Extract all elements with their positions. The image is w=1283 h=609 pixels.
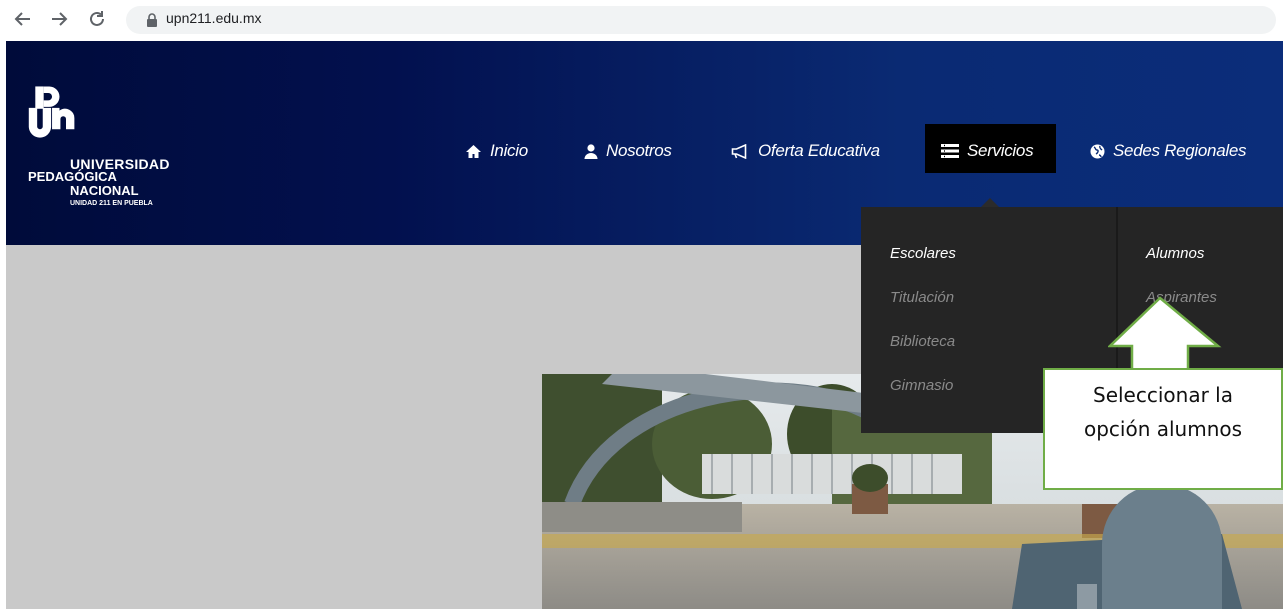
nav-item-sedes-regionales[interactable]: Sedes Regionales — [1090, 139, 1246, 163]
dropdown-heading-escolares[interactable]: Escolares — [890, 245, 956, 262]
globe-icon — [1090, 144, 1105, 158]
lock-icon — [147, 13, 157, 27]
annotation-text: Seleccionar la opción alumnos — [1045, 378, 1281, 446]
annotation-line-2: opción alumnos — [1083, 417, 1243, 441]
logo-line-2: PEDAGÓGICA — [28, 169, 117, 184]
browser-toolbar: upn211.edu.mx — [0, 0, 1283, 40]
dropdown-item-biblioteca[interactable]: Biblioteca — [890, 333, 955, 350]
upn-logo[interactable] — [26, 74, 106, 164]
user-icon — [584, 143, 598, 159]
nav-label-sedes-regionales: Sedes Regionales — [1113, 141, 1247, 160]
annotation-line-1: Seleccionar la — [1093, 383, 1233, 407]
dropdown-item-titulacion[interactable]: Titulación — [890, 289, 954, 306]
nav-label-inicio: Inicio — [490, 141, 528, 160]
dropdown-item-gimnasio[interactable]: Gimnasio — [890, 377, 953, 394]
annotation-arrow — [1108, 296, 1222, 376]
nav-item-servicios[interactable]: Servicios — [941, 139, 1034, 163]
bullhorn-icon — [731, 143, 747, 159]
nav-item-nosotros[interactable]: Nosotros — [584, 139, 672, 163]
logo-line-3: NACIONAL — [70, 183, 139, 198]
dropdown-heading-alumnos[interactable]: Alumnos — [1146, 245, 1204, 262]
url-text[interactable]: upn211.edu.mx — [166, 10, 261, 26]
home-icon — [466, 144, 481, 158]
nav-item-inicio[interactable]: Inicio — [465, 139, 528, 163]
reload-icon[interactable] — [86, 8, 108, 30]
list-icon — [941, 144, 959, 158]
nav-label-nosotros: Nosotros — [606, 141, 672, 160]
logo-line-4: UNIDAD 211 EN PUEBLA — [70, 200, 153, 207]
arrow-right-icon[interactable] — [48, 8, 70, 30]
nav-item-oferta-educativa[interactable]: Oferta Educativa — [731, 139, 880, 163]
nav-label-servicios: Servicios — [967, 141, 1034, 160]
arrow-left-icon[interactable] — [12, 8, 34, 30]
nav-label-oferta-educativa: Oferta Educativa — [758, 141, 880, 160]
address-bar[interactable] — [126, 6, 1276, 34]
